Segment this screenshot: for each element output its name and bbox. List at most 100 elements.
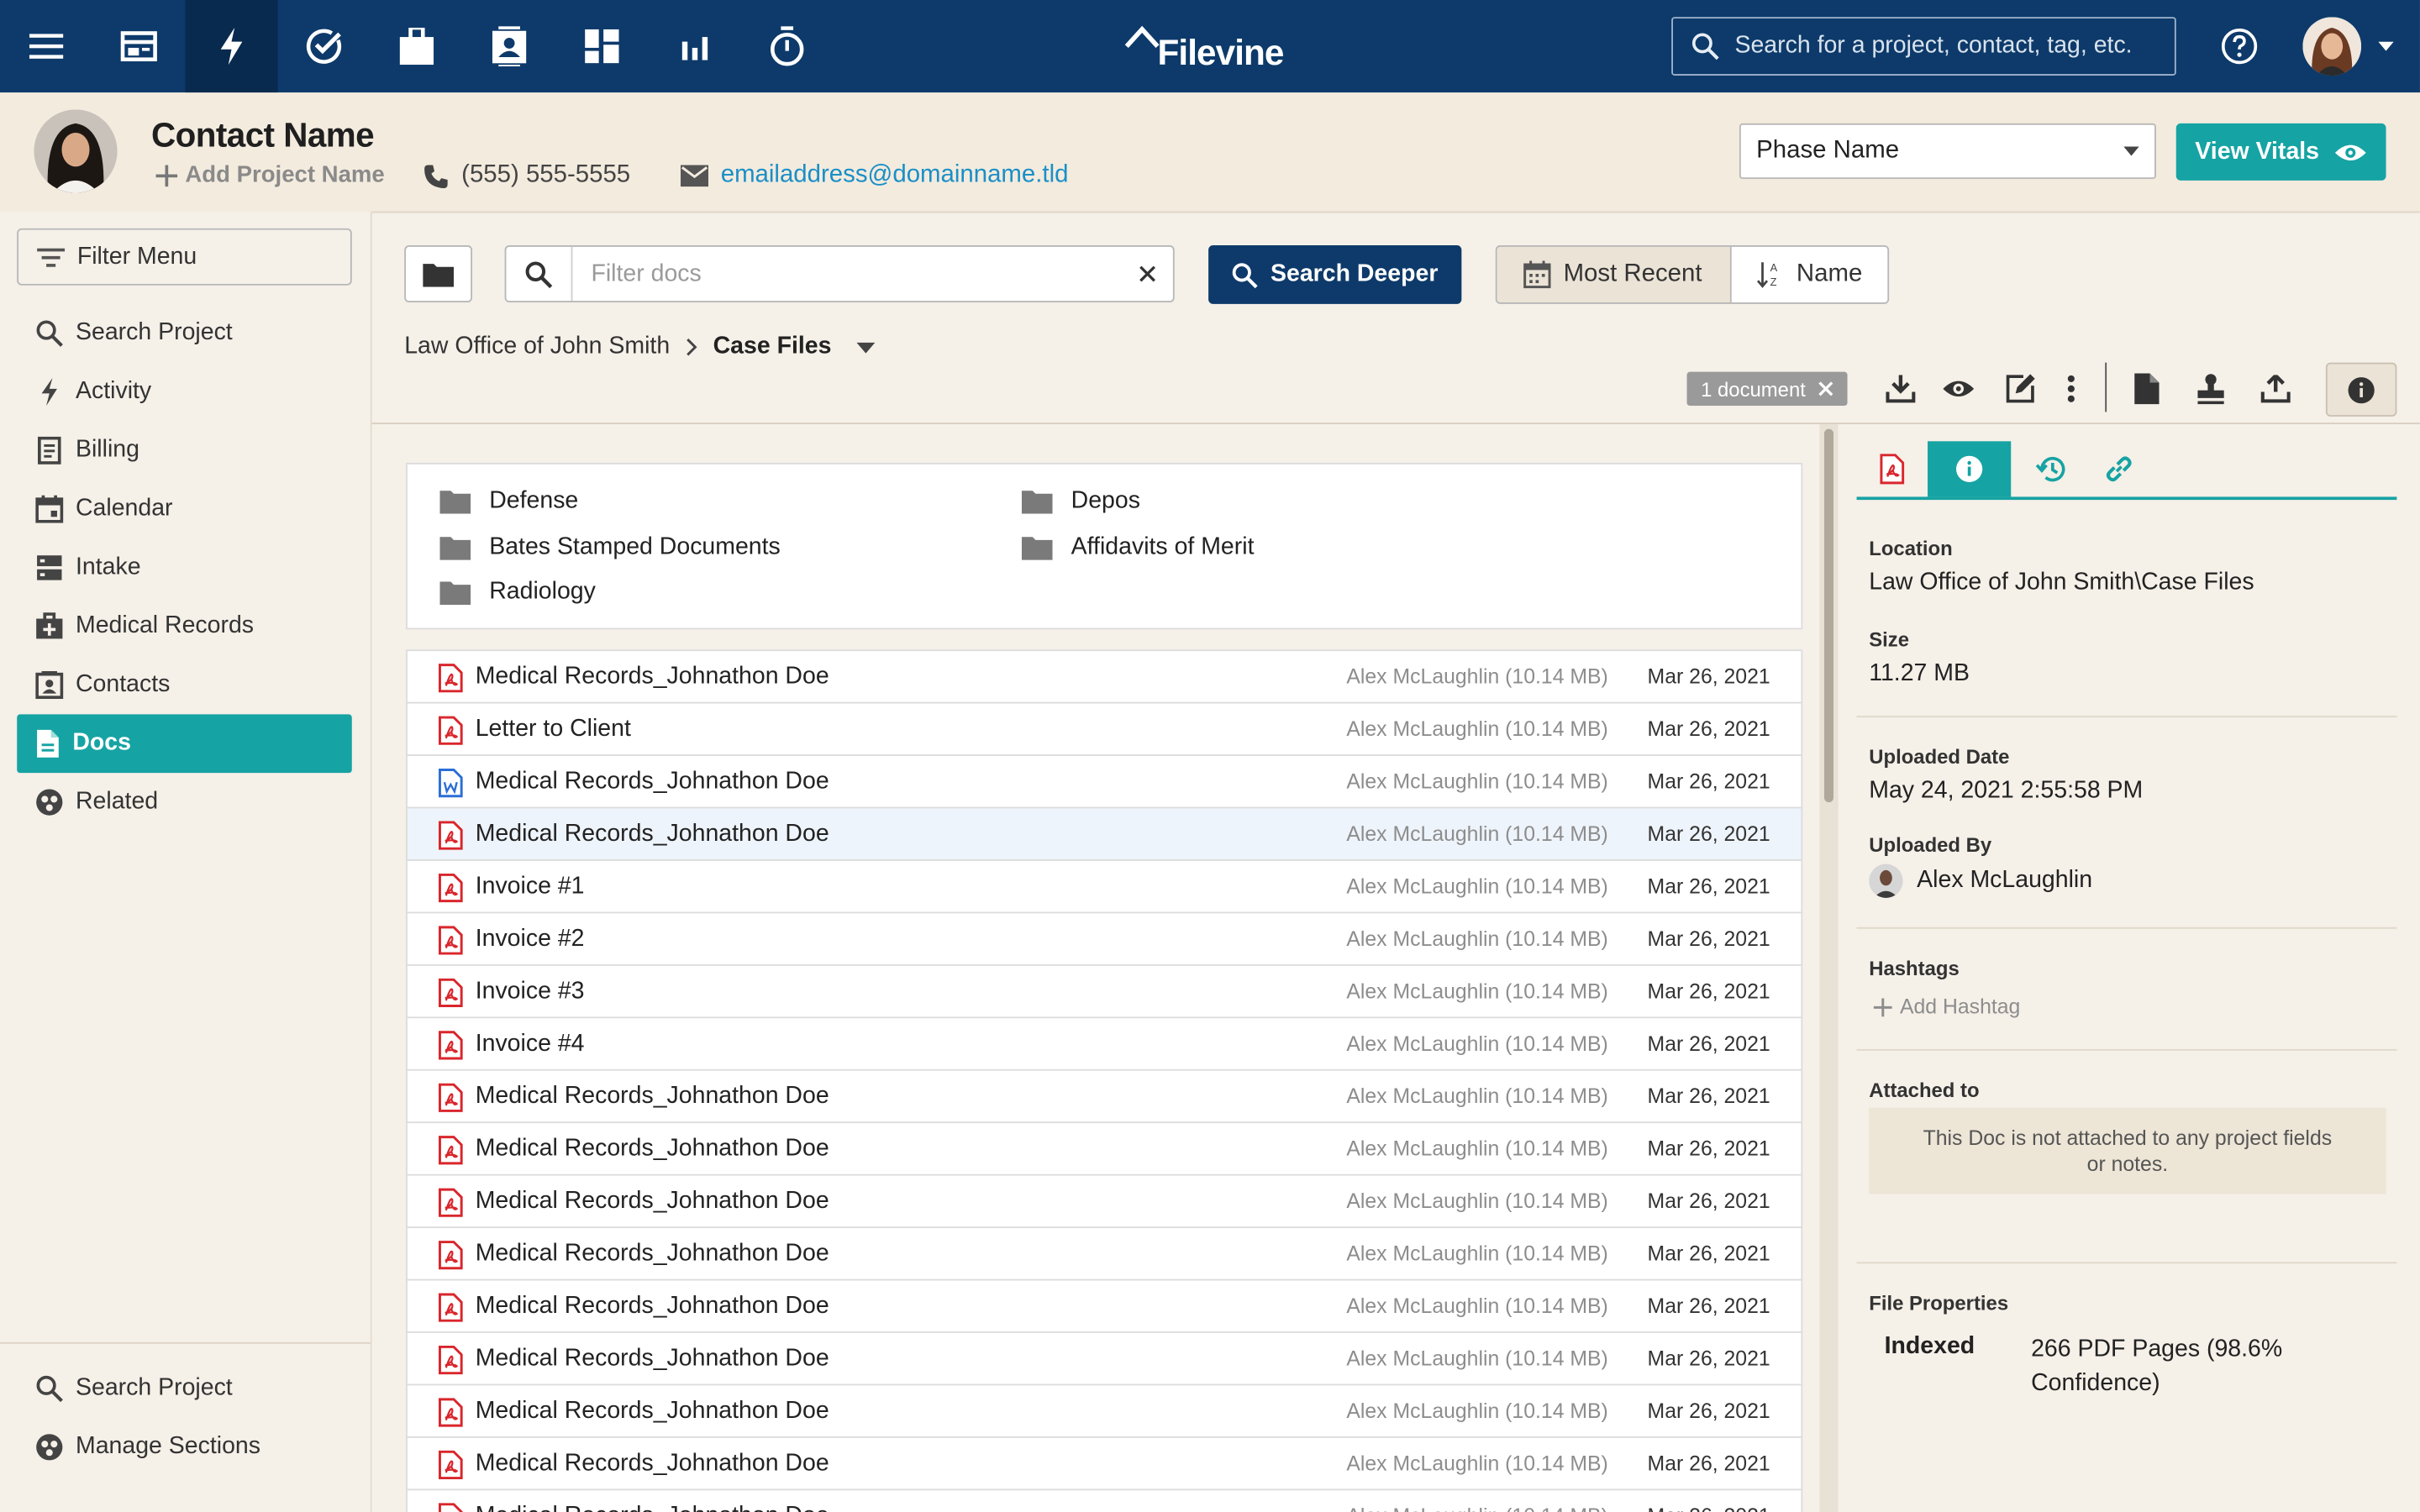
folder-icon — [1021, 490, 1053, 513]
tab-pdf-preview[interactable] — [1857, 441, 1928, 496]
file-uploader-size: Alex McLaughlin (10.14 MB) — [1346, 1137, 1608, 1161]
contact-phone[interactable]: (555) 555-5555 — [423, 162, 630, 190]
file-row[interactable]: Medical Records_Johnathon Doe Alex McLaug… — [406, 651, 1803, 704]
folder-view-button[interactable] — [404, 245, 473, 302]
sort-most-recent-button[interactable]: Most Recent — [1497, 246, 1732, 302]
clear-filter-icon[interactable] — [1120, 265, 1172, 282]
sidebar-item-medical-records[interactable]: Medical Records — [17, 597, 352, 656]
contacts-card-icon[interactable] — [463, 0, 555, 92]
folder-item[interactable]: Depos — [1021, 487, 1140, 515]
upload-icon[interactable] — [2254, 369, 2295, 409]
tab-history[interactable] — [2016, 441, 2086, 496]
file-name: Medical Records_Johnathon Doe — [476, 1503, 829, 1512]
contact-email[interactable]: emailaddress@domainname.tld — [680, 162, 1068, 190]
grid-icon[interactable] — [555, 0, 648, 92]
file-name: Medical Records_Johnathon Doe — [475, 1398, 829, 1425]
medical-kit-icon — [36, 612, 63, 639]
brand-name: Filevine — [1157, 32, 1285, 73]
file-row[interactable]: Medical Records_Johnathon Doe Alex McLaug… — [406, 1385, 1803, 1438]
file-row[interactable]: Medical Records_Johnathon Doe Alex McLaug… — [406, 1228, 1803, 1281]
sidebar-item-related[interactable]: Related — [17, 773, 352, 832]
download-icon[interactable] — [1880, 369, 1920, 409]
file-row[interactable]: Invoice #1 Alex McLaughlin (10.14 MB) Mar … — [406, 860, 1803, 914]
calendar-icon — [1523, 260, 1551, 289]
file-row[interactable]: Medical Records_Johnathon Doe Alex McLaug… — [406, 1070, 1803, 1124]
preview-eye-icon[interactable] — [1939, 369, 1979, 409]
add-hashtag-button[interactable]: Add Hashtag — [1873, 995, 2020, 1018]
file-row[interactable]: Letter to Client Alex McLaughlin (10.14 M… — [406, 703, 1803, 756]
sidebar-bottom-search-project[interactable]: Search Project — [17, 1359, 352, 1418]
global-search-input[interactable]: Search for a project, contact, tag, etc. — [1671, 17, 2176, 76]
pdf-file-icon — [1880, 454, 1905, 485]
indexed-value: 266 PDF Pages (98.6% Confidence) — [2031, 1336, 2283, 1397]
filevine-logo[interactable]: Filevine — [1123, 22, 1285, 74]
file-row[interactable]: Medical Records_Johnathon Doe Alex McLaug… — [406, 1280, 1803, 1333]
file-row[interactable]: Medical Records_Johnathon Doe Alex McLaug… — [406, 755, 1803, 809]
sidebar-item-calendar[interactable]: Calendar — [17, 480, 352, 538]
file-row[interactable]: Medical Records_Johnathon Doe Alex McLaug… — [406, 1175, 1803, 1229]
file-row[interactable]: Invoice #4 Alex McLaughlin (10.14 MB) Mar … — [406, 1018, 1803, 1071]
phase-select[interactable]: Phase Name — [1739, 123, 2156, 180]
file-list-scroll-thumb[interactable] — [1823, 428, 1833, 803]
search-deeper-button[interactable]: Search Deeper — [1208, 245, 1462, 304]
file-row[interactable]: Medical Records_Johnathon Doe Alex McLaug… — [406, 1332, 1803, 1386]
sidebar-item-label: Calendar — [75, 495, 173, 522]
file-row[interactable]: Invoice #3 Alex McLaughlin (10.14 MB) Mar … — [406, 965, 1803, 1019]
search-icon — [1233, 262, 1259, 288]
briefcase-icon[interactable] — [371, 0, 463, 92]
folder-item[interactable]: Bates Stamped Documents — [439, 533, 781, 561]
pdf-file-icon — [438, 873, 463, 903]
folder-item[interactable]: Affidavits of Merit — [1021, 533, 1254, 561]
file-row[interactable]: Medical Records_Johnathon Doe Alex McLaug… — [406, 808, 1803, 861]
caret-down-icon[interactable] — [855, 341, 875, 353]
sidebar-item-activity[interactable]: Activity — [17, 363, 352, 422]
add-project-link[interactable]: Add Project Name — [155, 162, 385, 188]
sort-name-label: Name — [1796, 260, 1863, 287]
sidebar-bottom-manage-sections[interactable]: Manage Sections — [17, 1418, 352, 1477]
filter-menu-input[interactable]: Filter Menu — [17, 228, 352, 286]
tab-info[interactable] — [1928, 441, 2012, 497]
caret-down-icon — [2123, 146, 2139, 156]
file-name: Letter to Client — [475, 716, 631, 743]
folder-item[interactable]: Defense — [439, 487, 578, 515]
menu-icon[interactable] — [0, 0, 92, 92]
dashboard-icon[interactable] — [92, 0, 185, 92]
activity-bolt-icon[interactable] — [185, 0, 278, 93]
help-icon[interactable] — [2221, 28, 2258, 65]
new-document-icon[interactable] — [2127, 369, 2167, 409]
file-row[interactable]: Medical Records_Johnathon Doe Alex McLaug… — [406, 1123, 1803, 1176]
user-avatar[interactable] — [2302, 17, 2362, 76]
folder-item[interactable]: Radiology — [439, 579, 596, 606]
edit-icon[interactable] — [2000, 369, 2040, 409]
sort-name-button[interactable]: AZ Name — [1731, 246, 1888, 302]
bolt-icon — [41, 377, 57, 407]
tab-links[interactable] — [2084, 441, 2154, 496]
sidebar-item-label: Activity — [75, 377, 152, 405]
more-vertical-icon[interactable] — [2051, 369, 2091, 409]
file-row[interactable]: Medical Records_Johnathon Doe Alex McLaug… — [406, 1437, 1803, 1491]
info-panel-toggle[interactable] — [2325, 362, 2397, 417]
filter-docs-input[interactable]: Filter docs — [504, 245, 1175, 302]
details-divider — [1856, 1048, 2397, 1051]
sidebar-item-search-project[interactable]: Search Project — [17, 304, 352, 363]
tasks-check-icon[interactable] — [278, 0, 371, 92]
user-menu-chevron-icon[interactable] — [2378, 41, 2394, 51]
breadcrumb-root[interactable]: Law Office of John Smith — [404, 333, 670, 361]
details-divider — [1856, 927, 2397, 929]
reports-bar-icon[interactable] — [648, 0, 740, 92]
timer-icon[interactable] — [741, 0, 834, 92]
chevron-right-icon — [687, 339, 697, 356]
receipt-icon — [37, 436, 61, 465]
stamp-icon[interactable] — [2190, 369, 2230, 409]
sidebar-item-contacts[interactable]: Contacts — [17, 656, 352, 715]
view-vitals-button[interactable]: View Vitals — [2175, 123, 2386, 181]
intake-icon — [37, 555, 62, 580]
file-row[interactable]: Medical Records_Johnathon Doe Alex McLaug… — [406, 1490, 1803, 1512]
contact-name: Contact Name — [150, 115, 375, 155]
file-row[interactable]: Invoice #2 Alex McLaughlin (10.14 MB) Mar … — [406, 913, 1803, 966]
sidebar-item-billing[interactable]: Billing — [17, 421, 352, 480]
close-icon[interactable] — [1818, 381, 1833, 396]
sidebar-item-intake[interactable]: Intake — [17, 538, 352, 597]
contacts-icon — [35, 670, 64, 700]
sidebar-item-docs[interactable]: Docs — [17, 714, 352, 774]
